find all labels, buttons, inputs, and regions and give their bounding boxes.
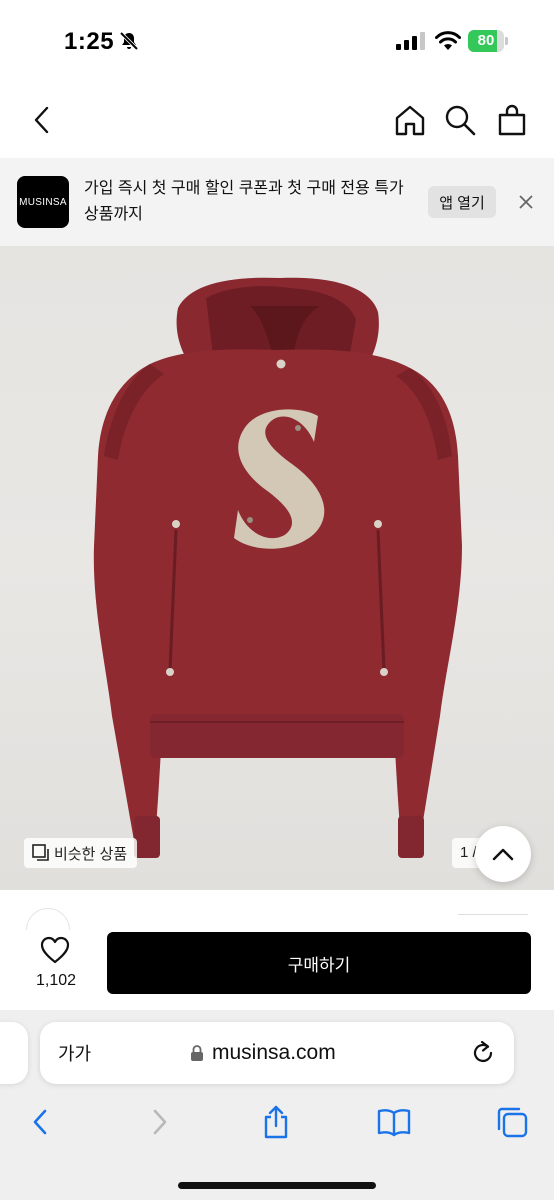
- banner-message: 가입 즉시 첫 구매 할인 쿠폰과 첫 구매 전용 특가 상품까지: [84, 180, 404, 223]
- battery-level: 80: [477, 32, 495, 49]
- search-icon: [445, 105, 476, 136]
- app-install-banner: MUSINSA 가입 즉시 첫 구매 할인 쿠폰과 첫 구매 전용 특가 상품까…: [0, 158, 554, 246]
- reload-icon[interactable]: [470, 1040, 496, 1066]
- like-count: 1,102: [35, 972, 77, 989]
- url-text: musinsa.com: [212, 1041, 336, 1064]
- like-button[interactable]: 1,102: [28, 934, 84, 998]
- buy-button[interactable]: 구매하기: [107, 932, 531, 994]
- nav-header: [0, 82, 554, 158]
- close-icon: [519, 195, 533, 209]
- status-time: 1:25: [64, 28, 115, 55]
- browser-toolbar: [0, 1102, 554, 1142]
- bell-slash-icon: [119, 31, 139, 51]
- home-button[interactable]: [390, 100, 430, 140]
- chevron-left-icon: [33, 1109, 47, 1135]
- browser-back-button[interactable]: [20, 1102, 60, 1142]
- status-bar: 1:25 80: [0, 0, 554, 82]
- lock-icon: [191, 1045, 203, 1061]
- cellular-signal-icon: [396, 32, 425, 50]
- bookmarks-button[interactable]: [374, 1102, 414, 1142]
- stacked-squares-icon: [32, 844, 49, 861]
- search-button[interactable]: [440, 100, 480, 140]
- similar-products-label: 비슷한 상품: [54, 845, 128, 863]
- chevron-up-icon: [492, 848, 514, 861]
- battery-indicator: 80: [468, 30, 508, 52]
- product-photo: [93, 277, 462, 858]
- content-peek: [0, 890, 554, 952]
- divider: [458, 914, 528, 915]
- heart-icon: [40, 936, 70, 964]
- chevron-right-icon: [153, 1109, 167, 1135]
- purchase-bar: 1,102 구매하기: [0, 930, 554, 1010]
- open-app-button[interactable]: 앱 열기: [428, 186, 496, 218]
- book-icon: [377, 1109, 411, 1137]
- back-button[interactable]: [22, 100, 62, 140]
- share-button[interactable]: [256, 1102, 296, 1142]
- chevron-left-icon: [34, 106, 49, 134]
- text-size-button[interactable]: 가가: [58, 1040, 91, 1066]
- product-image-carousel[interactable]: 비슷한 상품 1 /: [0, 246, 554, 890]
- banner-close-button[interactable]: [512, 188, 540, 216]
- browser-forward-button[interactable]: [140, 1102, 180, 1142]
- similar-products-button[interactable]: 비슷한 상품: [24, 838, 138, 868]
- shopping-bag-button[interactable]: [492, 100, 532, 140]
- battery-cap: [505, 37, 508, 45]
- battery-body: 80: [468, 30, 504, 52]
- share-icon: [264, 1105, 288, 1139]
- wifi-icon: [435, 31, 461, 50]
- home-indicator: [178, 1182, 376, 1189]
- url-display[interactable]: musinsa.com: [190, 1040, 336, 1066]
- tabs-button[interactable]: [492, 1102, 532, 1142]
- home-icon: [395, 105, 425, 136]
- previous-tab-peek[interactable]: [0, 1022, 28, 1084]
- address-bar[interactable]: 가가 musinsa.com: [40, 1022, 514, 1084]
- shopping-bag-icon: [498, 104, 526, 136]
- browser-chrome: 가가 musinsa.com: [0, 1010, 554, 1200]
- tabs-icon: [497, 1107, 528, 1138]
- musinsa-logo: MUSINSA: [17, 176, 69, 228]
- scroll-to-top-button[interactable]: [475, 826, 531, 882]
